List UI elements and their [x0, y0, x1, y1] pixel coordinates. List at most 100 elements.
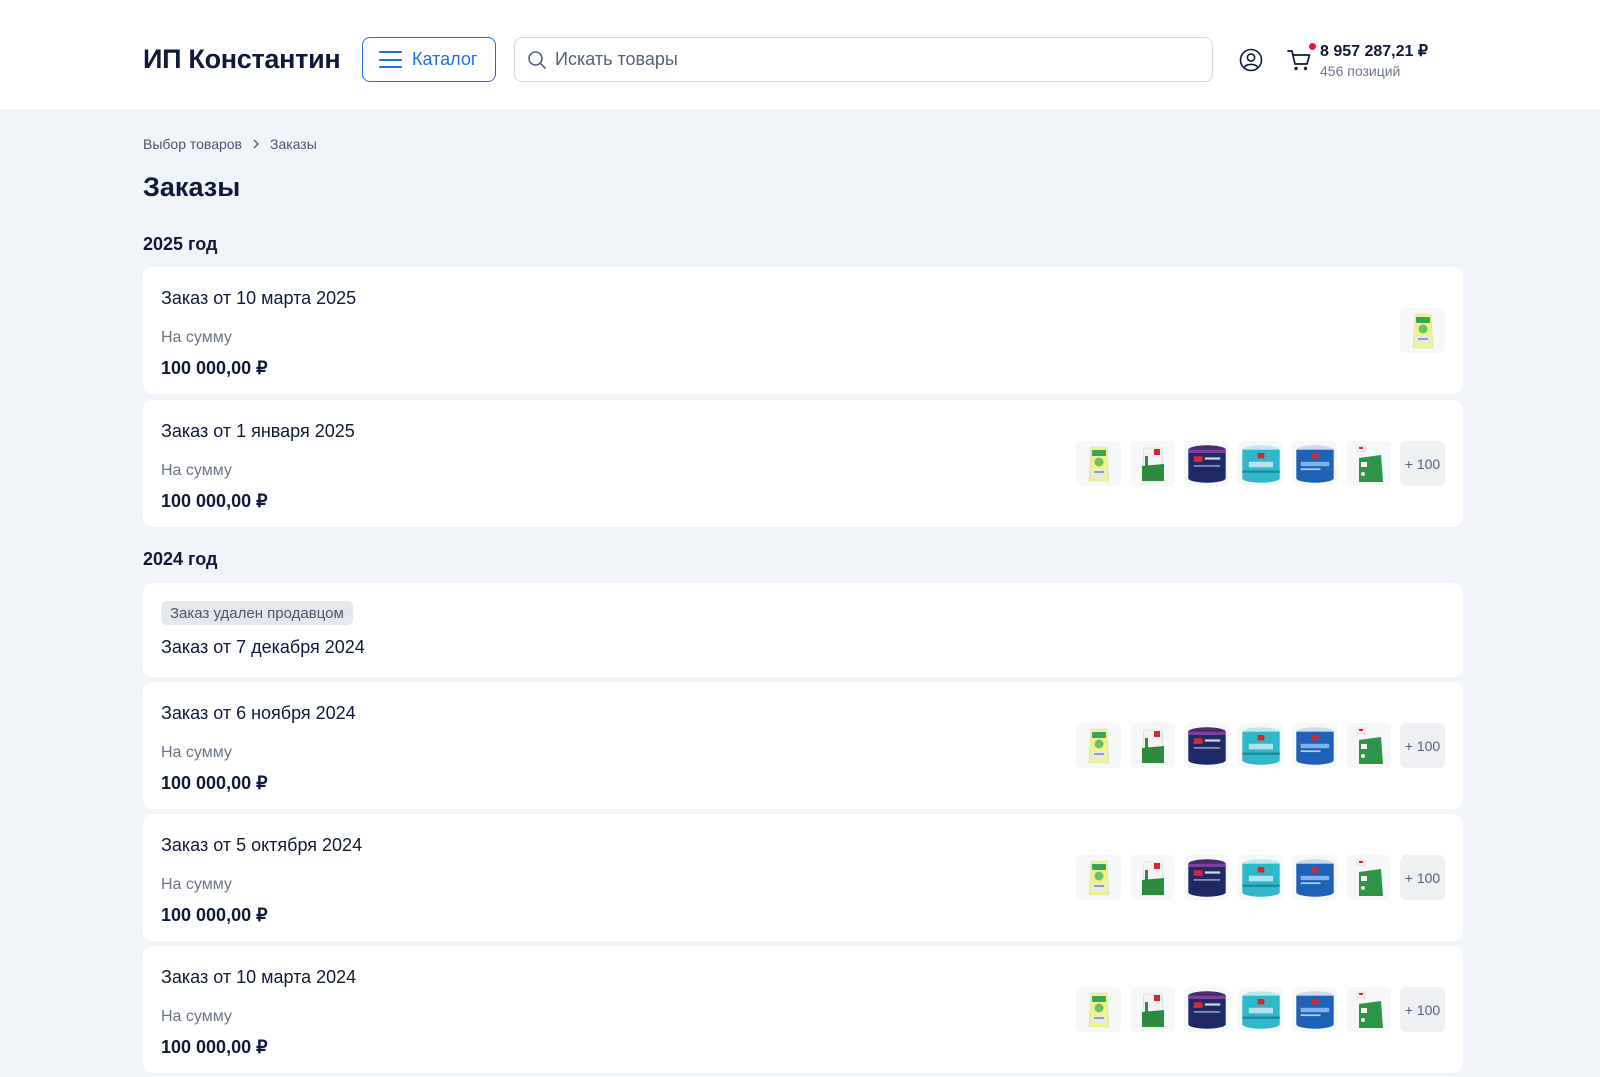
more-products-button[interactable]: + 100: [1400, 723, 1445, 768]
product-thumbnail[interactable]: [1238, 987, 1283, 1032]
order-sum-label: На сумму: [161, 1008, 232, 1025]
bag-product-icon: [1079, 726, 1119, 766]
breadcrumb-item-orders: Заказы: [270, 136, 317, 152]
order-sum: 100 000,00 ₽: [161, 1037, 268, 1057]
product-thumbnail[interactable]: [1184, 855, 1229, 900]
order-card[interactable]: Заказ от 10 марта 2024 На сумму 100 000,…: [143, 946, 1463, 1073]
cart-notification-dot: [1309, 43, 1316, 50]
more-products-button[interactable]: + 100: [1400, 855, 1445, 900]
paint-can-blue-icon: [1293, 856, 1337, 900]
status-badge: Заказ удален продавцом: [161, 601, 353, 625]
product-thumbnail[interactable]: [1184, 987, 1229, 1032]
product-thumbnail[interactable]: [1130, 723, 1175, 768]
catalog-button-label: Каталог: [412, 49, 478, 69]
product-thumbnail[interactable]: [1076, 987, 1121, 1032]
product-thumbnail[interactable]: [1238, 855, 1283, 900]
order-products: + 100: [1076, 723, 1445, 768]
order-sum: 100 000,00 ₽: [161, 491, 268, 511]
product-thumbnail[interactable]: [1292, 987, 1337, 1032]
breadcrumb-item-products[interactable]: Выбор товаров: [143, 136, 242, 152]
sack-product-icon: [1133, 444, 1173, 484]
paint-can-blue-icon: [1293, 442, 1337, 486]
product-thumbnail[interactable]: [1346, 723, 1391, 768]
order-title[interactable]: Заказ от 1 января 2025: [161, 421, 355, 442]
product-thumbnail[interactable]: [1184, 441, 1229, 486]
grout-bag-product-icon: [1349, 858, 1389, 898]
paint-can-navy-icon: [1185, 856, 1229, 900]
user-profile-icon[interactable]: [1239, 48, 1263, 72]
product-thumbnail[interactable]: [1238, 441, 1283, 486]
bag-product-icon: [1079, 858, 1119, 898]
search-icon: [528, 50, 546, 69]
product-thumbnail[interactable]: [1346, 855, 1391, 900]
order-card[interactable]: Заказ от 1 января 2025 На сумму 100 000,…: [143, 400, 1463, 527]
order-sum-label: На сумму: [161, 462, 232, 479]
order-card[interactable]: Заказ от 6 ноября 2024 На сумму 100 000,…: [143, 682, 1463, 809]
product-thumbnail[interactable]: [1184, 723, 1229, 768]
paint-can-teal-icon: [1239, 442, 1283, 486]
search-bar: [514, 37, 1213, 82]
brand-name[interactable]: ИП Константин: [143, 44, 341, 75]
paint-can-teal-icon: [1239, 856, 1283, 900]
breadcrumb: Выбор товаров Заказы: [143, 136, 317, 152]
more-products-button[interactable]: + 100: [1400, 441, 1445, 486]
paint-can-blue-icon: [1293, 724, 1337, 768]
product-thumbnail[interactable]: [1292, 723, 1337, 768]
product-thumbnail[interactable]: [1346, 987, 1391, 1032]
order-title[interactable]: Заказ от 7 декабря 2024: [161, 637, 365, 658]
order-sum-label: На сумму: [161, 876, 232, 893]
product-thumbnail[interactable]: [1076, 441, 1121, 486]
order-title[interactable]: Заказ от 6 ноября 2024: [161, 703, 356, 724]
grout-bag-product-icon: [1349, 444, 1389, 484]
paint-can-navy-icon: [1185, 988, 1229, 1032]
product-thumbnail[interactable]: [1130, 441, 1175, 486]
top-header: ИП Константин Каталог 8 957 287,21 ₽ 456…: [0, 0, 1600, 109]
bag-product-icon: [1079, 444, 1119, 484]
product-thumbnail[interactable]: [1076, 855, 1121, 900]
grout-bag-product-icon: [1349, 726, 1389, 766]
grout-bag-product-icon: [1349, 990, 1389, 1030]
order-card[interactable]: Заказ от 5 октября 2024 На сумму 100 000…: [143, 814, 1463, 941]
year-heading-2025: 2025 год: [143, 234, 218, 254]
product-thumbnail[interactable]: [1400, 308, 1445, 353]
sack-product-icon: [1133, 858, 1173, 898]
cart-item-count: 456 позиций: [1320, 63, 1401, 79]
order-sum: 100 000,00 ₽: [161, 773, 268, 793]
more-products-button[interactable]: + 100: [1400, 987, 1445, 1032]
order-products: + 100: [1076, 855, 1445, 900]
order-sum: 100 000,00 ₽: [161, 358, 268, 378]
order-products: [1400, 308, 1445, 353]
product-thumbnail[interactable]: [1238, 723, 1283, 768]
product-thumbnail[interactable]: [1076, 723, 1121, 768]
order-sum: 100 000,00 ₽: [161, 905, 268, 925]
product-thumbnail[interactable]: [1292, 441, 1337, 486]
paint-can-blue-icon: [1293, 988, 1337, 1032]
page-title: Заказы: [143, 172, 241, 202]
order-card[interactable]: Заказ от 10 марта 2025 На сумму 100 000,…: [143, 267, 1463, 394]
order-sum-label: На сумму: [161, 329, 232, 346]
order-title[interactable]: Заказ от 10 марта 2024: [161, 967, 356, 988]
bag-product-icon: [1403, 311, 1443, 351]
sack-product-icon: [1133, 726, 1173, 766]
cart-icon[interactable]: [1286, 47, 1312, 73]
chevron-right-icon: [253, 139, 259, 149]
paint-can-teal-icon: [1239, 724, 1283, 768]
paint-can-navy-icon: [1185, 724, 1229, 768]
cart-total[interactable]: 8 957 287,21 ₽: [1320, 41, 1428, 61]
order-title[interactable]: Заказ от 5 октября 2024: [161, 835, 362, 856]
menu-icon: [379, 51, 402, 68]
bag-product-icon: [1079, 990, 1119, 1030]
order-products: + 100: [1076, 987, 1445, 1032]
paint-can-teal-icon: [1239, 988, 1283, 1032]
sack-product-icon: [1133, 990, 1173, 1030]
catalog-button[interactable]: Каталог: [362, 37, 496, 82]
year-heading-2024: 2024 год: [143, 549, 218, 569]
order-card-deleted[interactable]: Заказ удален продавцом Заказ от 7 декабр…: [143, 583, 1463, 677]
product-thumbnail[interactable]: [1346, 441, 1391, 486]
product-thumbnail[interactable]: [1130, 855, 1175, 900]
product-thumbnail[interactable]: [1130, 987, 1175, 1032]
search-input[interactable]: [555, 49, 1195, 70]
product-thumbnail[interactable]: [1292, 855, 1337, 900]
order-sum-label: На сумму: [161, 744, 232, 761]
order-title[interactable]: Заказ от 10 марта 2025: [161, 288, 356, 309]
